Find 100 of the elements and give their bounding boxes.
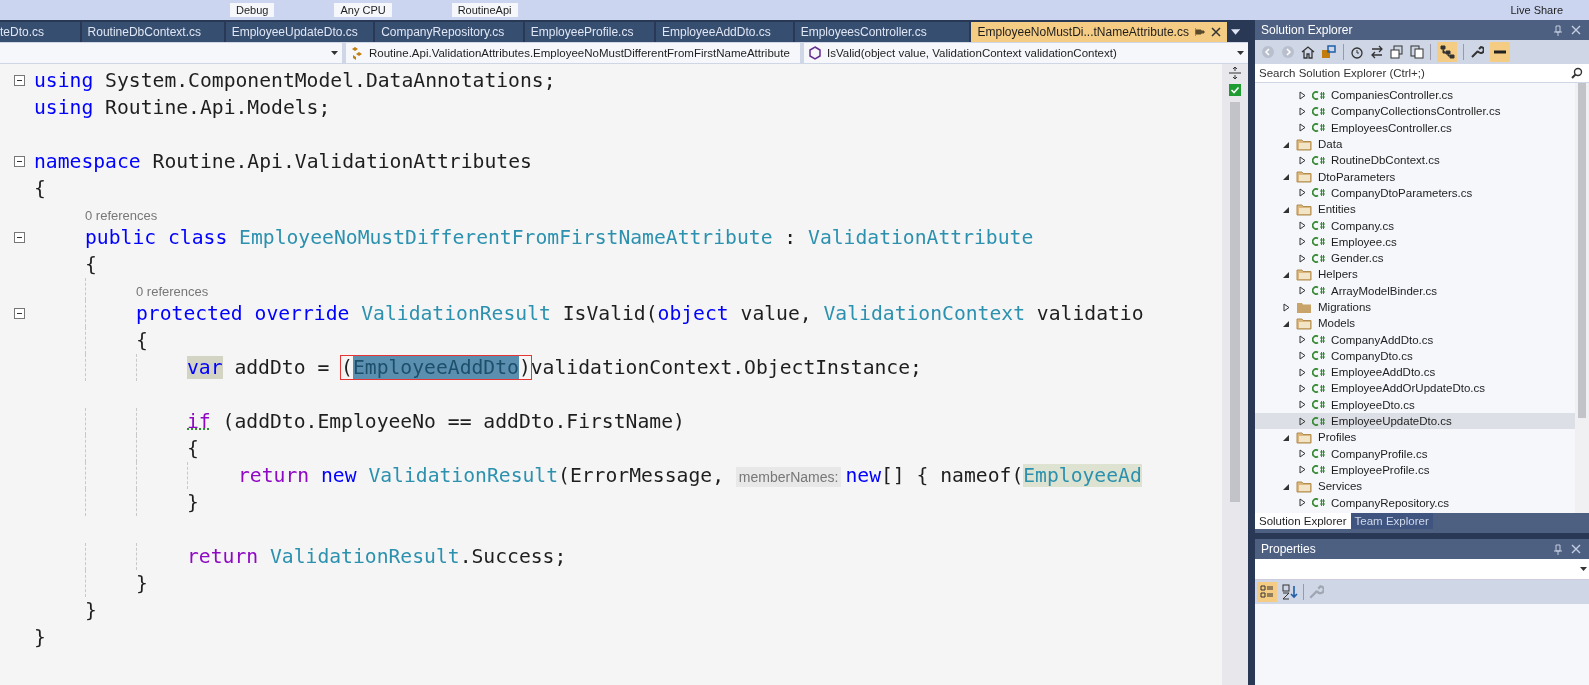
expand-arrow-icon[interactable]	[1299, 155, 1306, 165]
code-line: }	[34, 626, 46, 649]
tree-item[interactable]: Gender.cs	[1255, 249, 1575, 267]
history-icon[interactable]	[1350, 45, 1364, 59]
expand-arrow-icon[interactable]	[1299, 188, 1306, 198]
search-input[interactable]: Search Solution Explorer (Ctrl+;)	[1259, 67, 1571, 79]
code-line: }	[85, 599, 97, 622]
panel-title: Properties	[1261, 542, 1316, 556]
tree-item[interactable]: CompanyDto.cs	[1255, 347, 1575, 365]
csharp-file-icon	[1312, 123, 1325, 133]
document-tab[interactable]: EmployeeNoMustDi...tNameAttribute.cs	[971, 22, 1227, 42]
document-tab[interactable]: EmployeeAddDto.cs	[656, 22, 793, 42]
categorized-icon[interactable]	[1257, 582, 1277, 602]
code-line: protected override ValidationResult IsValid(object value, ValidationContext validatio	[136, 302, 1144, 325]
collapse-all-icon[interactable]	[1390, 45, 1404, 59]
code-line: return new ValidationResult(ErrorMessage, memberNames: new[] { nameof(EmployeeAd	[238, 464, 1142, 487]
expand-arrow-icon[interactable]	[1299, 286, 1306, 296]
document-tab[interactable]: CompanyRepository.cs	[375, 22, 523, 42]
tree-item[interactable]: Profiles	[1255, 429, 1575, 446]
collapse-icon[interactable]	[13, 232, 25, 243]
tree-item[interactable]: CompaniesController.cs	[1255, 87, 1575, 104]
document-tab[interactable]: EmployeeProfile.cs	[524, 22, 655, 42]
scrollbar-thumb[interactable]	[1578, 83, 1586, 418]
tree-item[interactable]: EmployeeDto.cs	[1255, 396, 1575, 413]
home-icon[interactable]	[1301, 45, 1315, 59]
tree-item[interactable]: CompanyAddDto.cs	[1255, 331, 1575, 348]
csharp-file-icon	[1312, 253, 1325, 263]
tree-item[interactable]: EmployeeProfile.cs	[1255, 461, 1575, 479]
document-tab[interactable]: teDto.cs	[0, 22, 80, 42]
tree-item[interactable]: Models	[1255, 315, 1575, 332]
live-share-button[interactable]: Live Share	[1504, 3, 1569, 17]
code-line: var addDto = (EmployeeAddDto)validationContext.ObjectInstance;	[187, 356, 922, 379]
tree-item[interactable]: EmployeesController.cs	[1255, 119, 1575, 136]
tree-item[interactable]: EmployeeAddOrUpdateDto.cs	[1255, 380, 1575, 397]
panel-tab[interactable]: Solution Explorer	[1255, 513, 1351, 529]
toolbar-dropdown[interactable]: RoutineApi	[451, 3, 518, 17]
collapse-arrow-icon[interactable]	[1283, 172, 1290, 182]
csharp-file-icon	[1312, 188, 1325, 198]
tree-item[interactable]: Entities	[1255, 201, 1575, 218]
document-tab[interactable]: EmployeesController.cs	[794, 22, 970, 42]
csharp-file-icon	[1312, 155, 1325, 165]
csharp-file-icon	[1312, 498, 1325, 508]
expand-arrow-icon[interactable]	[1299, 498, 1306, 508]
csharp-file-icon	[1312, 106, 1325, 116]
open-folder-icon	[1296, 202, 1312, 216]
csharp-file-icon	[1312, 286, 1325, 296]
tree-item[interactable]: Company.cs	[1255, 217, 1575, 234]
document-tab[interactable]: RoutineDbContext.cs	[81, 22, 224, 42]
dropdown-arrow-icon	[331, 51, 338, 55]
copy-icon[interactable]	[1410, 45, 1424, 59]
collapse-icon[interactable]	[13, 308, 25, 319]
sync-icon[interactable]	[1370, 45, 1384, 59]
open-folder-icon	[1296, 137, 1312, 151]
tree-icon[interactable]	[1437, 42, 1457, 62]
tab-list-icon[interactable]	[1230, 29, 1240, 35]
tree-item[interactable]: Services	[1255, 478, 1575, 495]
scrollbar-thumb[interactable]	[1230, 102, 1240, 502]
code-line: return ValidationResult.Success;	[187, 545, 567, 568]
collapse-icon[interactable]	[13, 156, 25, 167]
document-tab[interactable]: EmployeeUpdateDto.cs	[225, 22, 374, 42]
no-issues-icon	[1229, 84, 1241, 96]
pin-icon[interactable]	[1194, 27, 1205, 37]
tree-item[interactable]: CompanyProfile.cs	[1255, 445, 1575, 462]
tree-item[interactable]: DtoParameters	[1255, 168, 1575, 185]
switch-views-icon[interactable]	[1321, 45, 1337, 59]
csharp-file-icon	[1312, 449, 1325, 459]
alphabetical-sort-icon[interactable]	[1281, 583, 1299, 601]
tree-item[interactable]: EmployeeAddDto.cs	[1255, 364, 1575, 381]
codelens-references[interactable]: 0 references	[85, 208, 158, 224]
code-line: }	[187, 491, 199, 514]
expand-arrow-icon[interactable]	[1283, 302, 1290, 312]
tree-item[interactable]: RoutineDbContext.cs	[1255, 152, 1575, 169]
toolbar-dropdown[interactable]: Any CPU	[334, 3, 392, 17]
member-dropdown[interactable]: IsValid(object value, ValidationContext validationContext)	[804, 43, 1248, 63]
code-line: if (addDto.EmployeeNo == addDto.FirstName)	[187, 410, 685, 433]
toolbar-dropdown[interactable]: Debug	[230, 3, 275, 17]
tree-item[interactable]: CompanyDtoParameters.cs	[1255, 184, 1575, 202]
preview-icon[interactable]	[1490, 42, 1510, 62]
split-icon[interactable]	[1228, 66, 1242, 80]
tree-item[interactable]: CompanyRepository.cs	[1255, 494, 1575, 511]
collapse-icon[interactable]	[13, 75, 25, 86]
codelens-references[interactable]: 0 references	[136, 284, 209, 300]
wrench-icon[interactable]	[1470, 45, 1484, 59]
tree-item[interactable]: CompanyCollectionsController.cs	[1255, 103, 1575, 120]
panel-tab[interactable]: Team Explorer	[1350, 513, 1433, 529]
search-field[interactable]: Search Solution Explorer (Ctrl+;)	[1255, 64, 1589, 83]
type-dropdown[interactable]: Routine.Api.ValidationAttributes.EmployeeNoMustDifferentFromFirstNameAttribute	[346, 43, 800, 63]
close-icon[interactable]	[1210, 27, 1221, 37]
tree-item[interactable]: EmployeeUpdateDto.cs	[1255, 412, 1575, 430]
tree-item[interactable]: ArrayModelBinder.cs	[1255, 282, 1575, 299]
tree-item[interactable]: Data	[1255, 135, 1575, 153]
tree-item[interactable]: Migrations	[1255, 298, 1575, 316]
tree-item[interactable]: Employee.cs	[1255, 233, 1575, 250]
tree-item[interactable]: Helpers	[1255, 266, 1575, 283]
csharp-file-icon	[1312, 367, 1325, 377]
csharp-file-icon	[1312, 400, 1325, 410]
csharp-file-icon	[1312, 335, 1325, 345]
code-line: public class EmployeeNoMustDifferentFromFirstNameAttribute : ValidationAttribute	[85, 226, 1034, 249]
search-icon[interactable]	[1571, 67, 1583, 79]
dropdown-arrow-icon	[1580, 567, 1587, 571]
